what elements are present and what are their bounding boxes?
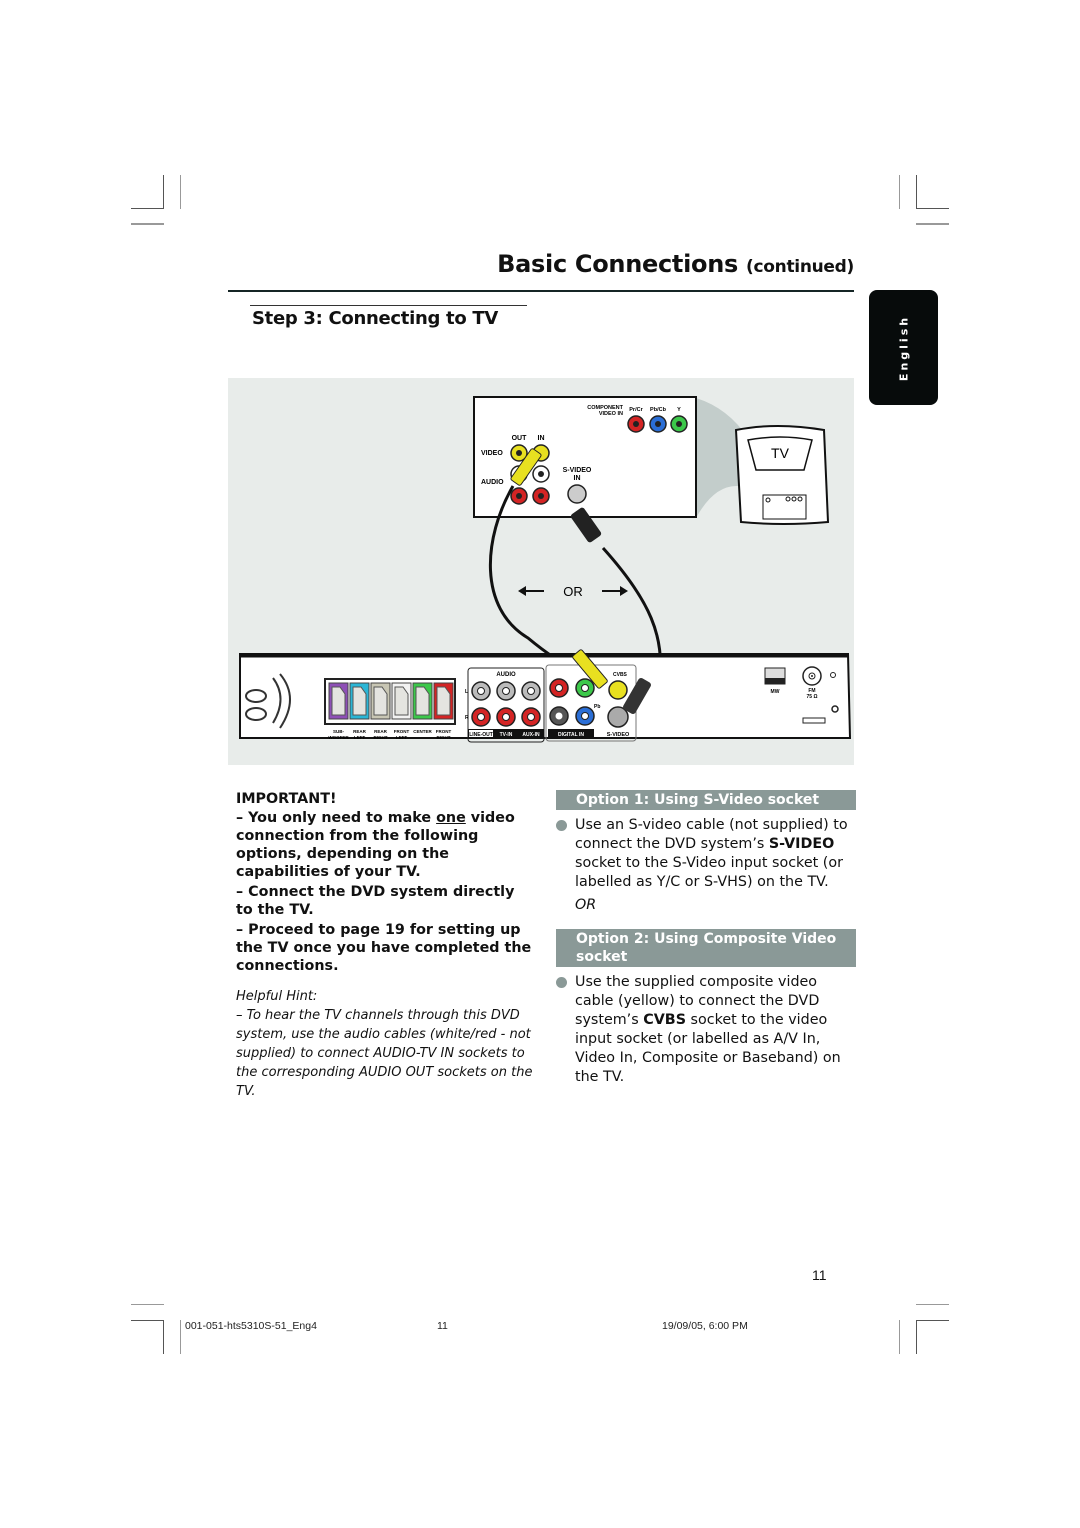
- speaker-terminal-slot: [331, 686, 346, 716]
- tv-audio-label: AUDIO: [481, 479, 504, 486]
- crop-mark: [131, 1304, 164, 1305]
- crop-mark: [131, 208, 164, 209]
- section-title-suffix: (continued): [746, 257, 854, 277]
- line-out-label: LINE-OUT: [469, 732, 493, 738]
- speaker-label: REAR: [353, 729, 367, 734]
- crop-mark: [163, 175, 164, 209]
- dvd-back-panel: SUB-WOOFERREARLEFTREARRIGHTFRONTLEFTCENT…: [239, 649, 852, 743]
- section-title-main: Basic Connections: [497, 250, 738, 278]
- speaker-label: LEFT: [396, 735, 407, 740]
- cvbs-label: CVBS: [613, 672, 628, 678]
- dvd-svideo-socket: [607, 706, 629, 728]
- important-item-3: – Proceed to page 19 for setting up the …: [236, 922, 532, 974]
- speaker-terminal-slot: [394, 686, 409, 716]
- connection-illustration: COMPONENT VIDEO IN Pr/Cr Pb/Cb Y OUT IN …: [228, 378, 854, 765]
- speaker-terminal-slot: [352, 686, 367, 716]
- crop-mark: [899, 1320, 900, 1354]
- crop-mark: [180, 1320, 181, 1354]
- speaker-label: WOOFER: [328, 735, 349, 740]
- important-item-1: – You only need to make one video connec…: [236, 810, 515, 880]
- header-rule: [228, 290, 854, 292]
- crop-mark: [163, 1320, 164, 1354]
- bullet-icon: [556, 977, 567, 988]
- tv-icon: TV: [734, 425, 830, 525]
- language-tab-label: English: [897, 314, 910, 381]
- tv-video-label: VIDEO: [481, 450, 503, 457]
- footer-file-name: 001-051-hts5310S-51_Eng4: [185, 1320, 317, 1332]
- helpful-hint: Helpful Hint: – To hear the TV channels …: [236, 987, 536, 1101]
- tv-component-label-2: VIDEO IN: [599, 411, 623, 417]
- speaker-terminal-slot: [415, 686, 430, 716]
- crop-mark: [180, 175, 181, 209]
- audio-l-label: L: [465, 689, 468, 695]
- step-title: Step 3: Connecting to TV: [252, 308, 498, 329]
- tv-svideo-label: S-VIDEO: [563, 467, 592, 474]
- crop-mark: [916, 1304, 949, 1305]
- aux-in-label: AUX-IN: [522, 732, 540, 738]
- crop-mark: [131, 1320, 164, 1321]
- audio-socket-center: [502, 713, 510, 721]
- page-number: 11: [812, 1267, 827, 1283]
- hint-text: – To hear the TV channels through this D…: [236, 1008, 533, 1099]
- tv-svideo-label-2: IN: [574, 475, 581, 482]
- tv-in-label: IN: [538, 435, 545, 442]
- audio-socket-center: [527, 713, 535, 721]
- crop-mark: [916, 208, 949, 209]
- crop-mark: [916, 175, 917, 209]
- crop-mark: [899, 175, 900, 209]
- hint-heading: Helpful Hint:: [236, 989, 318, 1004]
- section-title: Basic Connections (continued): [380, 250, 854, 278]
- audio-socket-center: [527, 687, 535, 695]
- tv-in-label: TV-IN: [500, 732, 513, 738]
- footer-timestamp: 19/09/05, 6:00 PM: [662, 1320, 748, 1332]
- crop-mark: [131, 223, 164, 225]
- tv-out-label: OUT: [512, 435, 528, 442]
- important-notes: IMPORTANT! – You only need to make one v…: [236, 790, 536, 1101]
- bullet-icon: [556, 820, 567, 831]
- or-indicator: OR: [518, 584, 628, 599]
- speaker-label: CENTER: [413, 729, 432, 734]
- mw-label: MW: [771, 689, 780, 695]
- option-1-text: Use an S-video cable (not supplied) to c…: [556, 816, 856, 892]
- tv-pr-label: Pr/Cr: [629, 407, 643, 413]
- tv-label: TV: [771, 445, 790, 461]
- audio-socket-center: [502, 687, 510, 695]
- step-rule: [250, 305, 527, 306]
- fm-ohm-label: 75 Ω: [807, 694, 818, 700]
- speaker-label: SUB-: [333, 729, 345, 734]
- pb-label: Pb: [594, 704, 600, 710]
- crop-mark: [916, 1320, 949, 1321]
- svideo-label: S-VIDEO: [607, 732, 630, 738]
- option-2-text: Use the supplied composite video cable (…: [556, 973, 856, 1087]
- speaker-label: RIGHT: [437, 735, 451, 740]
- tv-y-label: Y: [677, 407, 681, 413]
- option-1-title: Option 1: Using S-Video socket: [556, 790, 856, 810]
- or-separator: OR: [575, 897, 597, 913]
- dvd-cvbs-socket: [608, 680, 628, 700]
- important-item-2: – Connect the DVD system directly to the…: [236, 884, 515, 918]
- audio-socket-center: [477, 687, 485, 695]
- or-label: OR: [563, 584, 583, 599]
- connection-diagram: COMPONENT VIDEO IN Pr/Cr Pb/Cb Y OUT IN …: [239, 396, 852, 743]
- option-2-title: Option 2: Using Composite Video socket: [556, 929, 856, 967]
- audio-socket-center: [477, 713, 485, 721]
- tv-svideo-socket: [567, 484, 587, 504]
- speaker-label: FRONT: [436, 729, 452, 734]
- audio-r-label: R: [465, 715, 469, 721]
- crop-mark: [916, 223, 949, 225]
- language-tab: English: [869, 290, 938, 405]
- speaker-label: FRONT: [394, 729, 410, 734]
- tv-pb-label: Pb/Cb: [650, 407, 667, 413]
- footer-file-page: 11: [437, 1320, 448, 1332]
- digital-in-label: DIGITAL IN: [558, 732, 584, 738]
- speaker-terminal-slot: [436, 686, 451, 716]
- options-column: Option 1: Using S-Video socket Use an S-…: [556, 790, 856, 1087]
- speaker-terminal-slot: [373, 686, 388, 716]
- important-heading: IMPORTANT!: [236, 791, 337, 807]
- crop-mark: [916, 1320, 917, 1354]
- speaker-label: RIGHT: [374, 735, 388, 740]
- speaker-label: REAR: [374, 729, 388, 734]
- speaker-label: LEFT: [354, 735, 365, 740]
- audio-group-label: AUDIO: [496, 672, 516, 678]
